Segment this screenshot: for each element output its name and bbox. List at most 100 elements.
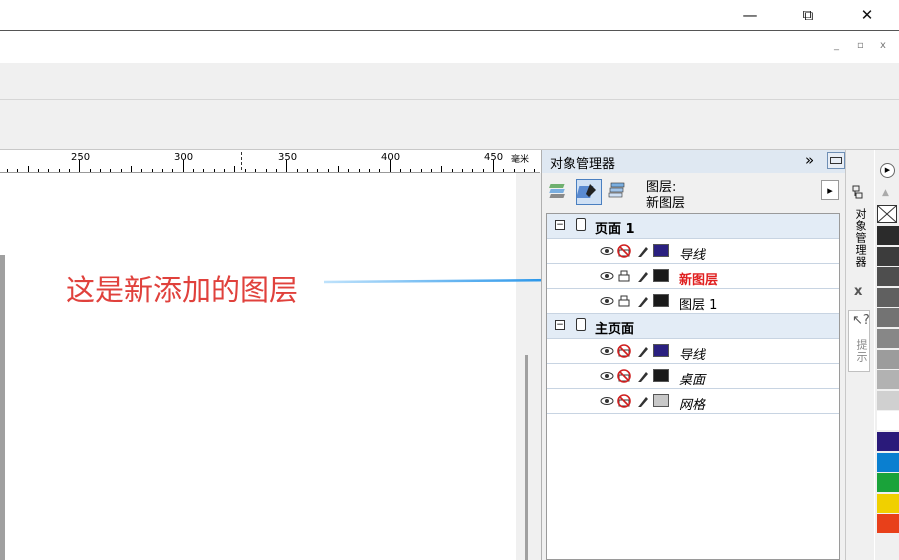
palette-color-swatch[interactable] (877, 287, 899, 308)
eye-icon[interactable] (600, 294, 614, 308)
layer-name: 导线 (679, 248, 706, 263)
layer-row[interactable]: 新图层 (547, 264, 839, 289)
collapse-panel-button[interactable]: » (805, 151, 814, 169)
annotation-text: 这是新添加的图层 (66, 273, 299, 307)
ruler-tick (69, 169, 71, 172)
palette-color-swatch[interactable] (877, 432, 899, 452)
page-group-row[interactable]: − 主页面 (547, 314, 839, 339)
pencil-icon[interactable] (636, 369, 650, 383)
restore-button[interactable]: ⧉ (785, 0, 831, 30)
object-tree[interactable]: − 页面 1 导线 新图层 图层 1− 主页面 导线 桌面 网格 (546, 213, 840, 560)
drawing-canvas[interactable] (0, 173, 540, 560)
no-print-icon[interactable] (617, 394, 631, 408)
object-manager-tab[interactable]: 对象管理器 (852, 208, 868, 268)
palette-scroll-up-button[interactable]: ▶ (880, 163, 895, 178)
no-print-icon[interactable] (617, 344, 631, 358)
palette-color-swatch[interactable] (877, 349, 899, 370)
vertical-scrollbar[interactable] (525, 355, 528, 560)
ruler-label: 350 (278, 152, 298, 163)
layer-name: 桌面 (679, 373, 706, 388)
pencil-icon[interactable] (636, 394, 650, 408)
ruler-unit: 毫米 (511, 155, 530, 165)
layer-row[interactable]: 导线 (547, 239, 839, 264)
layer-manager-view-button[interactable] (606, 180, 628, 202)
panel-menu-button[interactable]: ▸ (821, 180, 839, 200)
ruler-tick (100, 169, 102, 172)
no-print-icon[interactable] (617, 369, 631, 383)
pencil-icon[interactable] (636, 294, 650, 308)
layer-properties-icon (549, 184, 565, 198)
palette-color-swatch[interactable] (877, 493, 899, 514)
layer-row[interactable]: 导线 (547, 339, 839, 364)
page-group-row[interactable]: − 页面 1 (547, 214, 839, 239)
layer-row[interactable]: 图层 1 (547, 289, 839, 314)
eye-icon[interactable] (600, 269, 614, 283)
eye-icon[interactable] (600, 244, 614, 258)
ruler-tick (120, 169, 122, 172)
page-icon (576, 318, 586, 331)
palette-color-swatch[interactable] (877, 267, 899, 288)
eye-icon[interactable] (600, 394, 614, 408)
ruler-tick (203, 169, 205, 172)
layer-color-swatch[interactable] (653, 244, 669, 257)
palette-color-swatch[interactable] (877, 452, 899, 473)
close-tab-button[interactable]: x (854, 284, 862, 299)
palette-color-swatch[interactable] (877, 329, 899, 349)
edit-across-layers-button[interactable] (576, 179, 602, 205)
edit-layers-icon (576, 184, 596, 198)
mdi-close-button[interactable]: x (880, 40, 886, 51)
layer-color-swatch[interactable] (653, 269, 669, 282)
palette-color-swatch[interactable] (877, 246, 899, 267)
page-group-label: 页面 1 (595, 222, 635, 237)
ruler-tick (420, 169, 422, 172)
eye-icon[interactable] (600, 344, 614, 358)
layer-color-swatch[interactable] (653, 369, 669, 382)
ruler-tick (534, 169, 536, 172)
horizontal-ruler[interactable]: 250 300 350 400 450 毫米 (0, 150, 540, 173)
layer-color-swatch[interactable] (653, 394, 669, 407)
palette-color-swatch[interactable] (877, 473, 899, 494)
ruler-tick (451, 169, 453, 172)
layer-row[interactable]: 网格 (547, 389, 839, 414)
ruler-tick (58, 169, 60, 172)
layer-color-swatch[interactable] (653, 344, 669, 357)
canvas-margin (516, 173, 542, 560)
minimize-button[interactable]: — (727, 0, 773, 30)
ruler-tick (379, 169, 381, 172)
mdi-restore-button[interactable]: ▫ (857, 40, 864, 51)
ruler-tick (89, 169, 91, 172)
mdi-minimize-button[interactable]: _ (834, 40, 839, 51)
collapse-toggle-icon[interactable]: − (555, 220, 565, 230)
ruler-tick (7, 169, 8, 172)
palette-color-swatch[interactable] (877, 370, 899, 391)
collapse-toggle-icon[interactable]: − (555, 320, 565, 330)
close-button[interactable]: ✕ (844, 0, 890, 30)
show-properties-button[interactable] (549, 180, 571, 202)
layer-color-swatch[interactable] (653, 294, 669, 307)
palette-color-swatch[interactable] (877, 411, 899, 432)
palette-up-arrow-icon[interactable]: ▲ (882, 188, 889, 198)
palette-color-swatch[interactable] (877, 226, 899, 246)
pencil-icon[interactable] (636, 269, 650, 283)
palette-color-swatch[interactable] (877, 514, 899, 535)
no-color-swatch[interactable] (877, 205, 897, 223)
layer-row[interactable]: 桌面 (547, 364, 839, 389)
docker-tabs: 对象管理器 x ↖? 提示 (845, 150, 874, 560)
panel-minimize-button[interactable] (827, 152, 845, 169)
hints-tab-label: 提示 (855, 339, 868, 363)
printer-icon[interactable] (617, 294, 631, 308)
pencil-icon[interactable] (636, 244, 650, 258)
panel-title: 对象管理器 (550, 157, 616, 172)
printer-icon[interactable] (617, 269, 631, 283)
layer-name: 新图层 (679, 273, 719, 288)
layer-stack-icon (608, 182, 625, 198)
ruler-tick (441, 166, 443, 172)
palette-color-swatch[interactable] (877, 308, 899, 329)
ruler-tick (296, 169, 298, 172)
hints-tab[interactable]: ↖? 提示 (848, 310, 870, 372)
eye-icon[interactable] (600, 369, 614, 383)
palette-color-swatch[interactable] (877, 390, 899, 411)
menu-bar: _ ▫ x (0, 30, 899, 64)
no-print-icon[interactable] (617, 244, 631, 258)
pencil-icon[interactable] (636, 344, 650, 358)
